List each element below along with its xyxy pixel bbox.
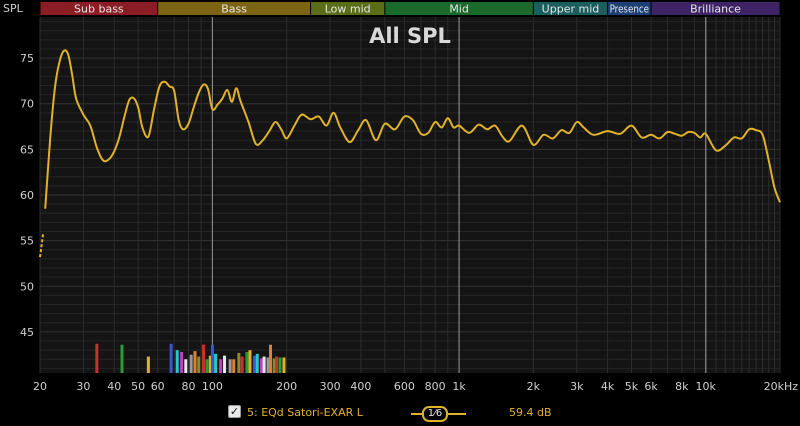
x-tick-label: 600 (394, 380, 415, 393)
band-label: Presence (610, 3, 650, 16)
frequency-band-bar: Sub bass Bass Low mid Mid Upper mid Presence B… (40, 2, 780, 16)
series-visibility-checkbox[interactable]: ✓ (228, 405, 241, 418)
eq-filter-bar (120, 344, 124, 373)
x-tick-label: 5k (625, 380, 639, 393)
eq-filter-bar (146, 356, 150, 373)
x-tick-label: 800 (425, 380, 446, 393)
x-tick-label: 1k (452, 380, 466, 393)
eq-filter-bar (278, 357, 282, 373)
y-tick-label: 55 (20, 235, 34, 248)
band-label: Brilliance (690, 3, 741, 16)
x-tick-label: 30 (76, 380, 90, 393)
series-name-label[interactable]: 5: EQd Satori-EXAR L (247, 406, 363, 419)
x-tick-label: 20kHz (764, 380, 799, 393)
eq-filter-bar (282, 357, 286, 373)
eq-filter-bar (175, 350, 179, 373)
y-tick-label: 60 (20, 189, 34, 202)
x-tick-label: 4k (601, 380, 615, 393)
eq-filter-bar (255, 353, 259, 373)
y-tick-label: 70 (20, 98, 34, 111)
x-tick-label: 2k (527, 380, 541, 393)
x-tick-label: 300 (320, 380, 341, 393)
y-tick-label: 45 (20, 326, 34, 339)
band-label: Bass (221, 3, 247, 16)
x-tick-label: 40 (107, 380, 121, 393)
eq-filter-bar (184, 359, 188, 373)
x-tick-label: 10k (696, 380, 717, 393)
y-tick-label: 65 (20, 143, 34, 156)
eq-filter-bar (189, 354, 193, 373)
x-tick-label: 200 (276, 380, 297, 393)
series-level-readout: 59.4 dB (509, 406, 552, 419)
eq-filter-bar (95, 343, 99, 373)
eq-filter-bar (197, 356, 201, 373)
y-axis-label: SPL (3, 2, 24, 15)
eq-filter-bar (269, 344, 273, 373)
eq-filter-bar (180, 352, 184, 373)
eq-filter-bar (223, 355, 227, 373)
eq-filter-bar (245, 352, 249, 373)
eq-filter-bar (219, 359, 223, 373)
smoothing-selector[interactable]: 1⁄6 (422, 406, 448, 422)
x-tick-label: 3k (570, 380, 584, 393)
eq-filter-bar (228, 359, 232, 373)
legend: ✓ 5: EQd Satori-EXAR L 1⁄6 59.4 dB (0, 400, 800, 426)
x-tick-label: 100 (202, 380, 223, 393)
eq-filter-bar (248, 350, 252, 373)
band-label: Sub bass (74, 3, 124, 16)
eq-filter-bar (205, 359, 209, 373)
eq-filter-bar (169, 343, 173, 373)
eq-filter-bar (275, 356, 279, 373)
eq-filter-bar (232, 359, 236, 373)
x-tick-label: 50 (131, 380, 145, 393)
y-tick-label: 75 (20, 52, 34, 65)
chart-title: All SPL (369, 24, 451, 48)
x-tick-label: 80 (182, 380, 196, 393)
eq-filter-bar (237, 352, 241, 373)
band-label: Low mid (325, 3, 371, 16)
eq-filter-bar (210, 344, 214, 373)
eq-filter-bar (214, 353, 218, 373)
x-tick-label: 60 (151, 380, 165, 393)
eq-filter-bar (262, 356, 266, 373)
band-label: Mid (449, 3, 469, 16)
spl-chart: Sub bass Bass Low mid Mid Upper mid Presence B… (0, 0, 800, 426)
y-tick-label: 50 (20, 280, 34, 293)
x-tick-label: 400 (350, 380, 371, 393)
x-tick-label: 20 (33, 380, 47, 393)
eq-filter-bar (201, 344, 205, 373)
eq-filter-bar (252, 355, 256, 373)
band-label: Upper mid (542, 3, 600, 16)
eq-filter-bar (193, 351, 197, 373)
eq-filter-bar (259, 358, 263, 373)
x-tick-label: 8k (675, 380, 689, 393)
x-tick-label: 6k (644, 380, 658, 393)
eq-filter-bar (240, 356, 244, 373)
